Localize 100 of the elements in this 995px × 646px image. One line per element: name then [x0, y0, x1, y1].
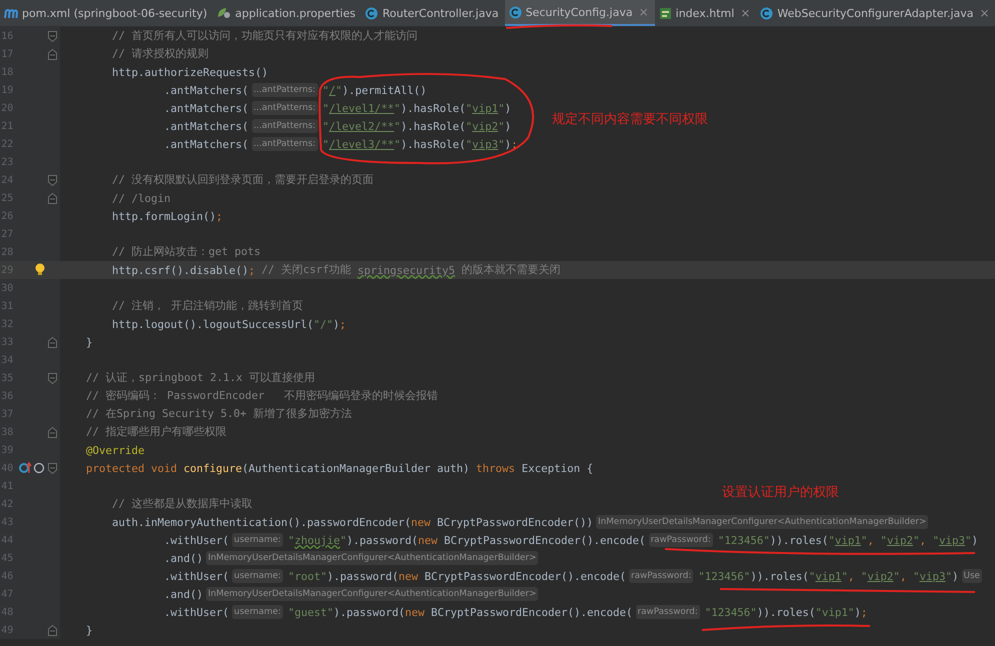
comment-text: // 认证，springboot 2.1.x 可以直接使用	[85, 371, 316, 385]
parameter-hint: InMemoryUserDetailsManagerConfigurer<AuthenticationManagerBuilder>	[206, 587, 538, 601]
close-button[interactable]: ×	[980, 6, 990, 20]
code-text: .antMatchers(	[163, 102, 249, 114]
parameter-hint: InMemoryUserDetailsManagerConfigurer<AuthenticationManagerBuilder>	[596, 515, 928, 529]
fold-icon[interactable]	[48, 174, 57, 186]
comment-text: // 关闭csrf功能	[260, 263, 352, 277]
string-text: /level1/**	[329, 102, 394, 114]
close-button[interactable]: ×	[740, 6, 750, 20]
string-text: "123456"	[704, 606, 757, 618]
string-text: vip1	[834, 534, 861, 546]
string-text: /level2/**	[329, 120, 394, 132]
string-text: "	[932, 534, 939, 546]
parameter-hint: Use	[962, 569, 982, 583]
code-text: Exception {	[522, 462, 594, 474]
string-text: "	[466, 120, 472, 132]
file-tab[interactable]: index.html ×	[654, 0, 756, 26]
string-text: "	[498, 120, 505, 132]
string-text: vip3	[919, 570, 946, 582]
keyword-text: ,	[919, 534, 927, 546]
string-text: vip1	[472, 102, 498, 114]
keyword-text: ;	[860, 606, 868, 618]
code-text: ).password(	[346, 534, 418, 546]
string-text: "	[860, 534, 868, 546]
comment-text: 的版本就不需要关闭	[460, 263, 561, 277]
code-text: }	[85, 624, 93, 636]
annotation-text: @Override	[85, 444, 145, 456]
string-text: "	[336, 84, 342, 96]
keyword-text: new	[411, 516, 432, 528]
maven-file-icon	[4, 7, 18, 19]
code-text: BCryptPasswordEncoder().encode(	[431, 606, 633, 618]
comment-text: // 首页所有人可以访问，功能页只有对应有权限的人才能访问	[111, 29, 418, 43]
code-text: ).password(	[326, 570, 398, 582]
file-tab[interactable]: WebSecurityConfigurerAdapter.java ×	[756, 0, 995, 26]
class-icon	[508, 6, 522, 18]
comment-text: // 密码编码： PasswordEncoder 不用密码编码登录的时候会报错	[85, 389, 438, 403]
code-text: )	[854, 606, 861, 618]
string-text: "	[466, 138, 472, 150]
code-text: ).permitAll()	[342, 84, 427, 96]
string-text: /	[329, 84, 336, 96]
parameter-hint: InMemoryUserDetailsManagerConfigurer<AuthenticationManagerBuilder>	[206, 551, 538, 565]
method-name: configure	[184, 462, 242, 474]
parameter-hint: rawPassword:	[648, 533, 713, 547]
parameter-hint: rawPassword:	[629, 569, 694, 583]
file-tab[interactable]: pom.xml (springboot-06-security)	[0, 0, 214, 26]
html-file-icon	[658, 6, 672, 20]
fold-end-icon[interactable]	[48, 336, 57, 348]
code-text: )	[504, 138, 512, 150]
comment-text: // 在Spring Security 5.0+ 新增了很多加密方法	[85, 407, 352, 421]
code-text: .antMatchers(	[163, 138, 249, 150]
code-text: .withUser(	[163, 606, 230, 618]
string-text: "	[893, 570, 900, 582]
string-text: "	[322, 120, 330, 132]
code-text: ).password(	[333, 606, 405, 618]
code-text: .and()	[163, 552, 204, 564]
parameter-hint: username:	[232, 605, 283, 619]
parameter-hint: ...antPatterns:	[252, 83, 318, 97]
code-text: )).roles(	[770, 534, 828, 546]
comment-text: // /login	[111, 192, 171, 204]
fold-icon[interactable]	[48, 30, 57, 42]
fold-end-icon[interactable]	[48, 624, 57, 636]
string-text: "123456"	[718, 534, 770, 546]
file-tab[interactable]: RouterController.java	[361, 0, 505, 26]
string-text: "	[841, 570, 848, 582]
fold-end-icon[interactable]	[48, 426, 57, 438]
code-text: )	[972, 534, 978, 546]
code-text: http.csrf().disable()	[111, 264, 249, 276]
string-text: "	[498, 102, 505, 114]
override-marker-icon	[18, 461, 45, 475]
fold-end-icon[interactable]	[48, 48, 57, 60]
keyword-text: protected void	[85, 462, 178, 474]
string-text: vip3	[939, 534, 966, 546]
string-text: vip2	[867, 570, 894, 582]
file-tab[interactable]: SecurityConfig.java ×	[504, 0, 655, 26]
leaf-gear-icon	[217, 7, 232, 19]
keyword-text: throws	[476, 462, 516, 474]
fold-icon[interactable]	[48, 462, 57, 474]
string-text: "vip1"	[815, 606, 854, 618]
code-text: )).roles(	[756, 606, 816, 618]
fold-icon[interactable]	[48, 372, 57, 384]
comment-text: // 防止网站攻击：get pots	[111, 245, 261, 259]
code-text: .antMatchers(	[163, 84, 249, 96]
code-text: )).roles(	[750, 570, 809, 582]
comment-text: // 请求授权的规则	[111, 47, 209, 61]
lightbulb-icon[interactable]	[34, 263, 45, 277]
string-text: vip1	[815, 570, 842, 582]
parameter-hint: username:	[232, 569, 283, 583]
class-icon	[365, 6, 378, 20]
string-text: "root"	[288, 570, 327, 582]
file-tab[interactable]: application.properties	[213, 0, 362, 26]
keyword-text: new	[405, 606, 426, 618]
string-text: "	[322, 84, 330, 96]
parameter-hint: username:	[232, 533, 283, 547]
code-text: auth.inMemoryAuthentication().passwordEncoder(	[111, 516, 412, 528]
fold-end-icon[interactable]	[48, 192, 57, 204]
keyword-text: ;	[248, 264, 256, 276]
string-text: "	[828, 534, 835, 546]
code-text: )	[952, 570, 959, 582]
parameter-hint: ...antPatterns:	[252, 101, 318, 115]
keyword-text: ,	[848, 570, 856, 582]
